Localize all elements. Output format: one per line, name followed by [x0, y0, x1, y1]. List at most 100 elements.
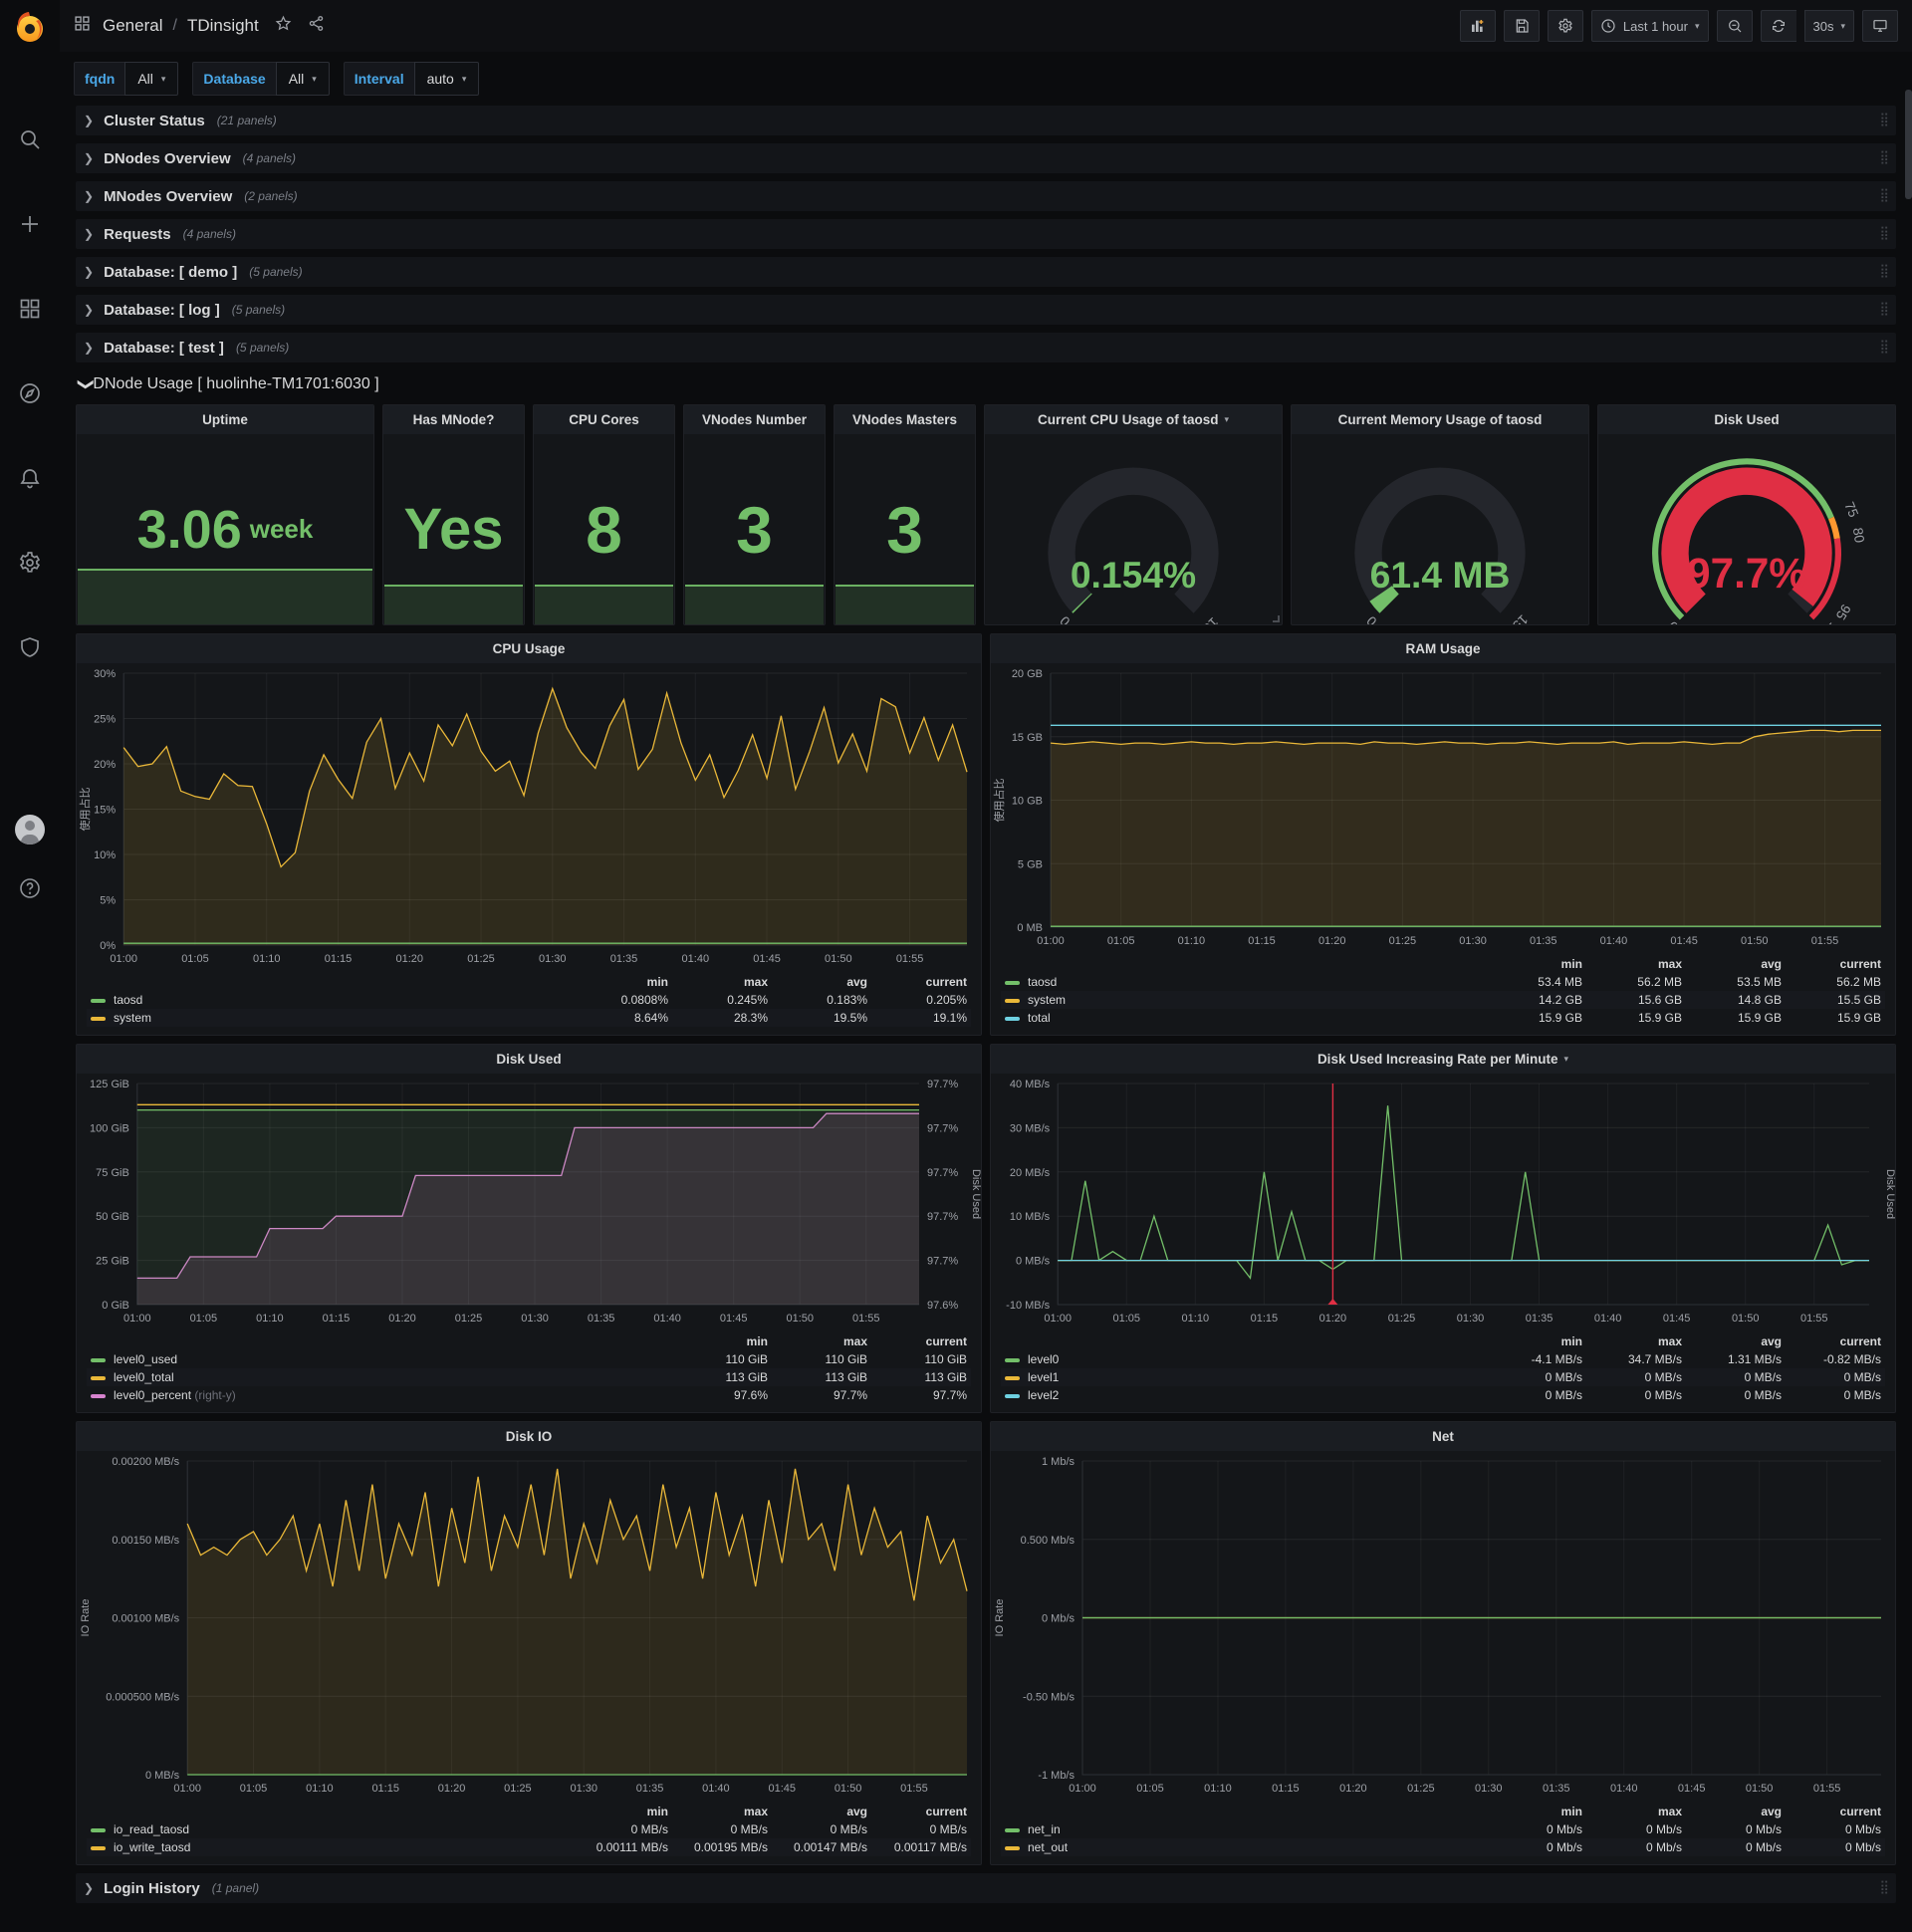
- panel-title[interactable]: CPU Cores: [569, 412, 639, 427]
- row-drag-handle[interactable]: ⣿: [1879, 263, 1890, 279]
- row-drag-handle[interactable]: ⣿: [1879, 225, 1890, 241]
- row-drag-handle[interactable]: ⣿: [1879, 187, 1890, 203]
- alerting-icon[interactable]: [18, 466, 42, 490]
- legend-series-name[interactable]: level0_percent: [114, 1388, 191, 1402]
- row-drag-handle[interactable]: ⣿: [1879, 149, 1890, 165]
- legend-series-name[interactable]: net_in: [1028, 1822, 1061, 1836]
- panel-gauge-current-cpu-usage-of-taosd[interactable]: iCurrent CPU Usage of taosd▾01000.154%: [984, 404, 1283, 625]
- variable-value-select[interactable]: All ▾: [275, 62, 330, 96]
- chart-plot-area[interactable]: 0 MB 5 GB 10 GB 15 GB 20 GB 01:00 01:05 01:10 01…: [991, 663, 1895, 953]
- legend-swatch[interactable]: [91, 1845, 106, 1850]
- legend-swatch[interactable]: [1005, 1375, 1020, 1380]
- zoom-out-time-button[interactable]: [1716, 10, 1753, 42]
- cycle-view-mode-button[interactable]: [1862, 10, 1898, 42]
- legend-header[interactable]: min: [573, 973, 672, 991]
- legend-swatch[interactable]: [1005, 1393, 1020, 1398]
- row-database-log-[interactable]: ❯ Database: [ log ] (5 panels) ⣿: [76, 295, 1896, 325]
- legend-header[interactable]: avg: [772, 973, 871, 991]
- configuration-icon[interactable]: [18, 551, 42, 575]
- row-dnodes-overview[interactable]: ❯ DNodes Overview (4 panels) ⣿: [76, 143, 1896, 173]
- chart-plot-area[interactable]: -10 MB/s 0 MB/s 10 MB/s 20 MB/s 30 MB/s 40 MB…: [991, 1074, 1895, 1330]
- search-icon[interactable]: [18, 127, 42, 151]
- panel-disk-used-increasing-rate[interactable]: iDisk Used Increasing Rate per Minute▾-1…: [990, 1044, 1896, 1413]
- profile-avatar[interactable]: [15, 815, 45, 845]
- panel-title[interactable]: Disk IO: [506, 1429, 553, 1444]
- legend-header[interactable]: max: [1586, 1332, 1686, 1350]
- panel-title[interactable]: Current Memory Usage of taosd: [1338, 412, 1543, 427]
- legend-header[interactable]: current: [1786, 955, 1885, 973]
- legend-swatch[interactable]: [1005, 1357, 1020, 1362]
- legend-swatch[interactable]: [1005, 998, 1020, 1003]
- panel-title[interactable]: Disk Used: [1714, 412, 1779, 427]
- legend-header[interactable]: avg: [772, 1803, 871, 1820]
- row-requests[interactable]: ❯ Requests (4 panels) ⣿: [76, 219, 1896, 249]
- panel-title[interactable]: VNodes Number: [702, 412, 807, 427]
- legend-header[interactable]: current: [871, 1803, 971, 1820]
- panel-title[interactable]: Uptime: [202, 412, 248, 427]
- chart-plot-area[interactable]: 0% 5% 10% 15% 20% 25% 30% 01:00 01:05 01:10 01:15 0…: [77, 663, 981, 971]
- legend-header[interactable]: min: [573, 1803, 672, 1820]
- panel-stat-vnodes-number[interactable]: iVNodes Number3: [683, 404, 826, 625]
- page-title[interactable]: TDinsight: [187, 16, 259, 36]
- legend-swatch[interactable]: [91, 1016, 106, 1021]
- explore-icon[interactable]: [18, 381, 42, 405]
- legend-swatch[interactable]: [1005, 1845, 1020, 1850]
- row-dnode-usage[interactable]: ❯ DNode Usage [ huolinhe-TM1701:6030 ]: [76, 370, 1896, 398]
- legend-swatch[interactable]: [91, 1357, 106, 1362]
- panel-menu-chevron-icon[interactable]: ▾: [1225, 414, 1230, 425]
- legend-header[interactable]: avg: [1686, 955, 1786, 973]
- legend-swatch[interactable]: [91, 1393, 106, 1398]
- star-icon[interactable]: [275, 15, 292, 37]
- grafana-logo-icon[interactable]: [10, 8, 50, 48]
- legend-header[interactable]: max: [1586, 955, 1686, 973]
- legend-header[interactable]: current: [871, 1332, 971, 1350]
- row-drag-handle[interactable]: ⣿: [1879, 112, 1890, 127]
- row-drag-handle[interactable]: ⣿: [1879, 339, 1890, 355]
- panel-gauge-current-memory-usage-of-taosd[interactable]: iCurrent Memory Usage of taosd0158961.4 …: [1291, 404, 1589, 625]
- variable-value-select[interactable]: auto ▾: [413, 62, 480, 96]
- legend-header[interactable]: max: [1586, 1803, 1686, 1820]
- panel-title[interactable]: Current CPU Usage of taosd: [1038, 412, 1219, 427]
- legend-header[interactable]: min: [1487, 1332, 1586, 1350]
- chart-plot-area[interactable]: -1 Mb/s -0.50 Mb/s 0 Mb/s 0.500 Mb/s 1 Mb/s 0…: [991, 1451, 1895, 1801]
- legend-series-name[interactable]: total: [1028, 1011, 1051, 1025]
- legend-swatch[interactable]: [1005, 980, 1020, 985]
- legend-swatch[interactable]: [1005, 1827, 1020, 1832]
- legend-series-name[interactable]: level0: [1028, 1352, 1059, 1366]
- panel-cpu-usage[interactable]: iCPU Usage0%5%10%15%20%25%30%01:0001:050…: [76, 633, 982, 1036]
- panel-stat-uptime[interactable]: iUptime3.06week: [76, 404, 374, 625]
- legend-header[interactable]: max: [772, 1332, 871, 1350]
- panel-title[interactable]: Net: [1432, 1429, 1454, 1444]
- legend-series-name[interactable]: taosd: [1028, 975, 1057, 989]
- legend-series-name[interactable]: net_out: [1028, 1840, 1068, 1854]
- panel-stat-cpu-cores[interactable]: iCPU Cores8: [533, 404, 675, 625]
- panel-disk-used[interactable]: iDisk Used0 GiB25 GiB50 GiB75 GiB100 GiB…: [76, 1044, 982, 1413]
- panel-title[interactable]: Disk Used: [496, 1052, 561, 1067]
- row-cluster-status[interactable]: ❯ Cluster Status (21 panels) ⣿: [76, 106, 1896, 135]
- panel-net[interactable]: iNet-1 Mb/s-0.50 Mb/s0 Mb/s0.500 Mb/s1 M…: [990, 1421, 1896, 1865]
- server-admin-icon[interactable]: [18, 635, 42, 659]
- legend-series-name[interactable]: system: [114, 1011, 151, 1025]
- chart-plot-area[interactable]: 0 GiB 25 GiB 50 GiB 75 GiB 100 GiB 125 GiB 97.…: [77, 1074, 981, 1330]
- dashboards-icon[interactable]: [18, 297, 42, 321]
- legend-series-name[interactable]: taosd: [114, 993, 142, 1007]
- legend-series-name[interactable]: system: [1028, 993, 1066, 1007]
- legend-header[interactable]: current: [1786, 1332, 1885, 1350]
- add-icon[interactable]: [18, 212, 42, 236]
- legend-header[interactable]: avg: [1686, 1332, 1786, 1350]
- legend-series-name[interactable]: level0_total: [114, 1370, 174, 1384]
- legend-swatch[interactable]: [91, 1375, 106, 1380]
- legend-swatch[interactable]: [91, 1827, 106, 1832]
- save-dashboard-button[interactable]: [1503, 10, 1540, 42]
- legend-series-name[interactable]: level0_used: [114, 1352, 177, 1366]
- variable-value-select[interactable]: All ▾: [124, 62, 179, 96]
- legend-header[interactable]: min: [672, 1332, 772, 1350]
- chart-plot-area[interactable]: 0 MB/s 0.000500 MB/s 0.00100 MB/s 0.00150 M…: [77, 1451, 981, 1801]
- legend-swatch[interactable]: [91, 998, 106, 1003]
- panel-title[interactable]: CPU Usage: [493, 641, 566, 656]
- row-database-demo-[interactable]: ❯ Database: [ demo ] (5 panels) ⣿: [76, 257, 1896, 287]
- breadcrumb-section[interactable]: General: [103, 16, 162, 36]
- row-drag-handle[interactable]: ⣿: [1879, 1879, 1890, 1895]
- refresh-button[interactable]: [1760, 10, 1796, 42]
- panel-resize-handle[interactable]: [1273, 615, 1280, 622]
